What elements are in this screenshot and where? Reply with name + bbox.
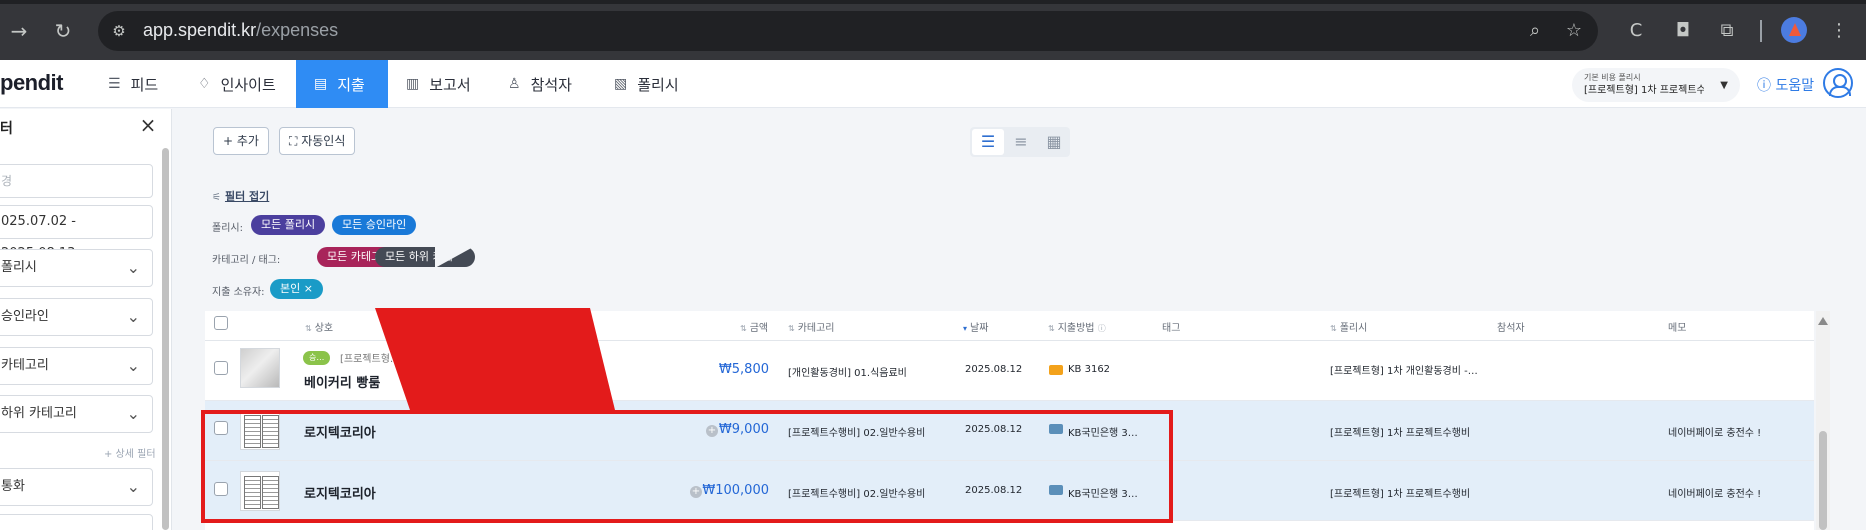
list-view-icon[interactable]: ☰ <box>972 129 1004 155</box>
col-payment-method[interactable]: ⇅ 지출방법 ⓘ <box>1048 319 1109 334</box>
col-date[interactable]: ▾ 날짜 <box>963 319 988 334</box>
detail-filter-link[interactable]: + 상세 필터 <box>104 445 156 460</box>
category-select[interactable]: 카테고리 ⌄ <box>0 347 153 385</box>
feed-icon: ☰ <box>108 76 121 92</box>
date-cell: 2025.08.12 <box>965 364 1023 375</box>
nav-expenses[interactable]: ▤ 지출 <box>296 60 388 108</box>
scroll-up-icon <box>1818 317 1828 325</box>
approval-select[interactable]: 승인라인 ⌄ <box>0 298 153 336</box>
subcategory-select[interactable]: 하위 카테고리 ⌄ <box>0 395 153 433</box>
owner-filter-label: 지출 소유자: <box>212 287 265 298</box>
table-scrollbar[interactable] <box>1816 311 1830 530</box>
col-attendees: 참석자 <box>1497 323 1525 334</box>
policy-filter-label: 폴리시: <box>212 223 243 234</box>
grid-view-icon[interactable]: ▦ <box>1038 129 1070 155</box>
menu-icon[interactable]: ⋮ <box>1826 18 1852 44</box>
close-icon[interactable]: × <box>138 115 158 135</box>
category-filter-label: 카테고리 / 태그: <box>212 255 281 266</box>
profile-icon[interactable] <box>1781 17 1807 43</box>
amount: ₩5,800 <box>718 362 769 377</box>
col-tag: 태그 <box>1162 323 1181 334</box>
currency-select[interactable]: 통화 ⌄ <box>0 468 153 506</box>
chip-all-policies[interactable]: 모든 폴리시 <box>251 215 326 235</box>
puzzle-icon[interactable]: ⧉ <box>1714 18 1740 44</box>
toolbar-separator <box>1760 20 1762 42</box>
help-link[interactable]: ⓘ 도움말 <box>1757 75 1814 95</box>
date-range-field[interactable]: 025.07.02 - 2025.08.13 <box>0 205 153 261</box>
star-icon[interactable]: ☆ <box>1562 19 1586 43</box>
compact-view-icon[interactable]: ≡ <box>1005 129 1037 155</box>
policy-cell: [프로젝트형] 1차 개인활동경비 -… <box>1330 366 1478 377</box>
lightbulb-icon: ♢ <box>198 76 211 92</box>
nav-policy[interactable]: ▧ 폴리시 <box>596 60 697 108</box>
auto-recognize-button[interactable]: ⛶ 자동인식 <box>279 127 356 155</box>
col-category[interactable]: ⇅ 카테고리 <box>788 319 835 334</box>
chevron-down-icon: ⌄ <box>126 404 140 423</box>
col-amount[interactable]: ⇅ 금액 <box>740 319 768 334</box>
spendit-logo[interactable]: pendit <box>0 70 64 96</box>
zoom-icon[interactable]: ⌕ <box>1523 19 1547 43</box>
policy-icon: ▧ <box>614 76 628 92</box>
filter-fold-link[interactable]: ⚟ 필터 접기 <box>212 188 269 204</box>
memo-cell: 네이버페이로 충전수 ! <box>1668 428 1762 439</box>
search-input[interactable]: 경 <box>0 164 153 198</box>
sidebar-scrollbar[interactable] <box>162 148 169 530</box>
filter-title: 터 <box>0 121 13 137</box>
view-toggle: ☰ ≡ ▦ <box>970 127 1070 157</box>
col-policy[interactable]: ⇅ 폴리시 <box>1330 319 1367 334</box>
annotation-highlight-box <box>201 410 1173 523</box>
nav-attendees[interactable]: ♙ 참석자 <box>490 60 590 108</box>
payment-cell: KB 3162 <box>1068 364 1111 375</box>
policy-cell: [프로젝트형] 1차 프로젝트수행비 <box>1330 489 1471 500</box>
document-icon: ▤ <box>314 76 328 92</box>
memo-cell: 네이버페이로 충전수 ! <box>1668 489 1762 500</box>
site-info-icon[interactable]: ⚙ <box>108 20 130 42</box>
browser-tabstrip <box>0 0 1866 4</box>
camera-icon[interactable]: ◘ <box>1670 18 1696 44</box>
select-all-checkbox[interactable] <box>214 316 228 330</box>
extension-c-icon[interactable]: C <box>1623 18 1649 44</box>
person-add-icon: ♙ <box>508 76 521 92</box>
receipt-thumbnail[interactable] <box>240 348 280 388</box>
chip-owner-self[interactable]: 본인 × <box>270 279 323 299</box>
default-policy-selector[interactable]: 기본 비용 폴리시 [프로젝트형] 1차 프로젝트수… ▼ <box>1572 68 1740 102</box>
chip-all-approval-lines[interactable]: 모든 승인라인 <box>332 215 417 235</box>
url-text[interactable]: app.spendit.kr/expenses <box>143 20 338 41</box>
forward-icon[interactable]: → <box>6 18 32 44</box>
reload-icon[interactable]: ↻ <box>50 18 76 44</box>
next-select[interactable] <box>0 514 153 530</box>
report-icon: ▥ <box>406 76 420 92</box>
nav-feed[interactable]: ☰ 피드 <box>90 60 176 108</box>
chevron-down-icon: ⌄ <box>126 477 140 496</box>
user-avatar-icon[interactable] <box>1823 68 1853 98</box>
col-memo: 메모 <box>1668 323 1687 334</box>
nav-insight[interactable]: ♢ 인사이트 <box>180 60 294 108</box>
merchant-name: 베이커리 빵룸 <box>304 376 381 391</box>
nav-reports[interactable]: ▥ 보고서 <box>388 60 489 108</box>
chevron-down-icon: ⌄ <box>126 258 140 277</box>
annotation-wedge <box>375 308 615 410</box>
dropdown-arrow-icon: ▼ <box>1720 80 1728 91</box>
chevron-down-icon: ⌄ <box>126 356 140 375</box>
add-button[interactable]: + 추가 <box>213 127 269 155</box>
status-badge: 승… <box>303 351 331 365</box>
category-cell: [개인활동경비] 01.식음료비 <box>788 368 907 379</box>
chevron-down-icon: ⌄ <box>126 307 140 326</box>
row-checkbox[interactable] <box>214 361 228 375</box>
filter-icon: ⚟ <box>212 192 221 203</box>
card-icon <box>1049 365 1063 375</box>
col-merchant[interactable]: ⇅ 상호 <box>305 319 333 334</box>
policy-cell: [프로젝트형] 1차 프로젝트수행비 <box>1330 428 1471 439</box>
policy-select[interactable]: 폴리시 ⌄ <box>0 249 153 287</box>
